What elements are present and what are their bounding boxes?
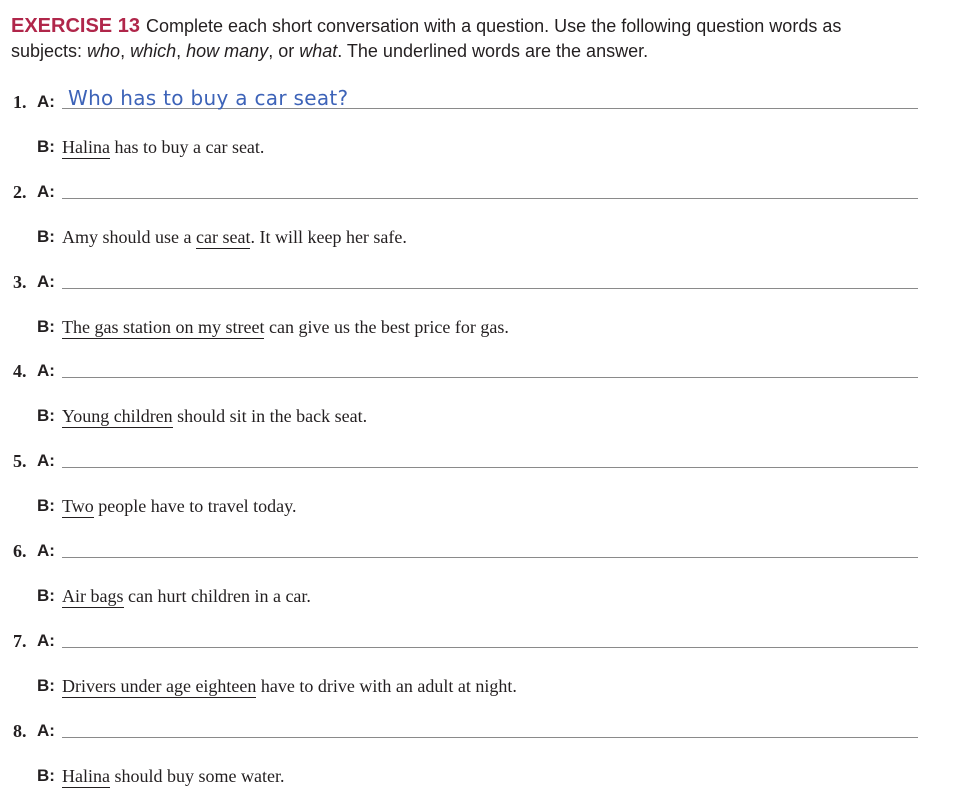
response-text: can hurt children in a car. xyxy=(123,586,311,606)
item-number: 1. xyxy=(13,92,27,112)
speaker-a-label: A: xyxy=(37,182,55,201)
response-sentence: Amy should use a car seat. It will keep … xyxy=(62,226,407,249)
response-sentence: Air bags can hurt children in a car. xyxy=(62,585,311,608)
response-text: can give us the best price for gas. xyxy=(264,317,509,337)
response-text: has to buy a car seat. xyxy=(109,137,265,157)
underlined-answer: Young children xyxy=(62,406,173,428)
item-number: 6. xyxy=(13,541,27,561)
item-number: 3. xyxy=(13,272,27,292)
separator: , xyxy=(176,41,187,61)
speaker-b-label: B: xyxy=(37,406,55,425)
item-number: 2. xyxy=(13,182,27,202)
response-sentence: The gas station on my street can give us… xyxy=(62,316,509,339)
conversation-item: 2. A: B: Amy should use a car seat. It will… xyxy=(0,181,967,271)
response-sentence: Halina has to buy a car seat. xyxy=(62,136,265,159)
answer-field[interactable] xyxy=(62,377,918,378)
speaker-b-label: B: xyxy=(37,766,55,785)
speaker-a-label: A: xyxy=(37,92,55,111)
separator: , xyxy=(120,41,131,61)
item-number: 5. xyxy=(13,451,27,471)
response-text: should sit in the back seat. xyxy=(172,406,368,426)
underlined-answer: Drivers under age eighteen xyxy=(62,676,257,698)
speaker-a-label: A: xyxy=(37,272,55,291)
underlined-answer: Air bags xyxy=(62,586,124,608)
conversation-item: 8. A: B: Halina should buy some water. xyxy=(0,720,967,810)
underlined-answer: Halina xyxy=(62,766,110,788)
speaker-a-label: A: xyxy=(37,721,55,740)
answer-field[interactable] xyxy=(62,647,918,648)
speaker-a-label: A: xyxy=(37,361,55,380)
speaker-b-label: B: xyxy=(37,227,55,246)
response-text: . It will keep her safe. xyxy=(250,227,407,247)
response-text: people have to travel today. xyxy=(93,496,297,516)
separator: , or xyxy=(268,41,300,61)
underlined-answer: The gas station on my street xyxy=(62,317,265,339)
item-number: 8. xyxy=(13,721,27,741)
conversation-item: 1. A: Who has to buy a car seat? B: Halina h… xyxy=(0,86,967,181)
speaker-a-label: A: xyxy=(37,541,55,560)
instruction-text-end: . The underlined words are the answer. xyxy=(337,41,649,61)
answer-field[interactable] xyxy=(62,198,918,199)
question-word-how-many: how many xyxy=(186,41,269,61)
answer-field[interactable] xyxy=(62,737,918,738)
exercise-title: EXERCISE 13 xyxy=(11,15,140,37)
speaker-b-label: B: xyxy=(37,496,55,515)
conversation-item: 7. A: B: Drivers under age eighteen have to… xyxy=(0,630,967,720)
speaker-a-label: A: xyxy=(37,631,55,650)
answer-field[interactable] xyxy=(62,288,918,289)
item-number: 4. xyxy=(13,361,27,381)
handwritten-answer: Who has to buy a car seat? xyxy=(68,86,349,110)
response-text: Amy should use a xyxy=(62,227,196,247)
speaker-b-label: B: xyxy=(37,586,55,605)
response-sentence: Halina should buy some water. xyxy=(62,765,285,788)
response-text: have to drive with an adult at night. xyxy=(256,676,517,696)
response-text: should buy some water. xyxy=(109,766,285,786)
conversation-item: 5. A: B: Two people have to travel today. xyxy=(0,450,967,540)
conversation-item: 4. A: B: Young children should sit in the b… xyxy=(0,360,967,450)
question-word-who: who xyxy=(87,41,121,61)
speaker-b-label: B: xyxy=(37,317,55,336)
conversation-item: 3. A: B: The gas station on my street can g… xyxy=(0,271,967,361)
speaker-b-label: B: xyxy=(37,137,55,156)
answer-field[interactable] xyxy=(62,467,918,468)
underlined-answer: Two xyxy=(62,496,94,518)
response-sentence: Young children should sit in the back se… xyxy=(62,405,368,428)
response-sentence: Drivers under age eighteen have to drive… xyxy=(62,675,517,698)
item-number: 7. xyxy=(13,631,27,651)
underlined-answer: car seat xyxy=(196,227,251,249)
question-word-which: which xyxy=(130,41,177,61)
question-word-what: what xyxy=(299,41,338,61)
response-sentence: Two people have to travel today. xyxy=(62,495,297,518)
answer-field[interactable] xyxy=(62,557,918,558)
conversation-item: 6. A: B: Air bags can hurt children in a ca… xyxy=(0,540,967,630)
speaker-a-label: A: xyxy=(37,451,55,470)
speaker-b-label: B: xyxy=(37,676,55,695)
exercise-instructions: EXERCISE 13 Complete each short conversat… xyxy=(11,14,911,64)
underlined-answer: Halina xyxy=(62,137,110,159)
